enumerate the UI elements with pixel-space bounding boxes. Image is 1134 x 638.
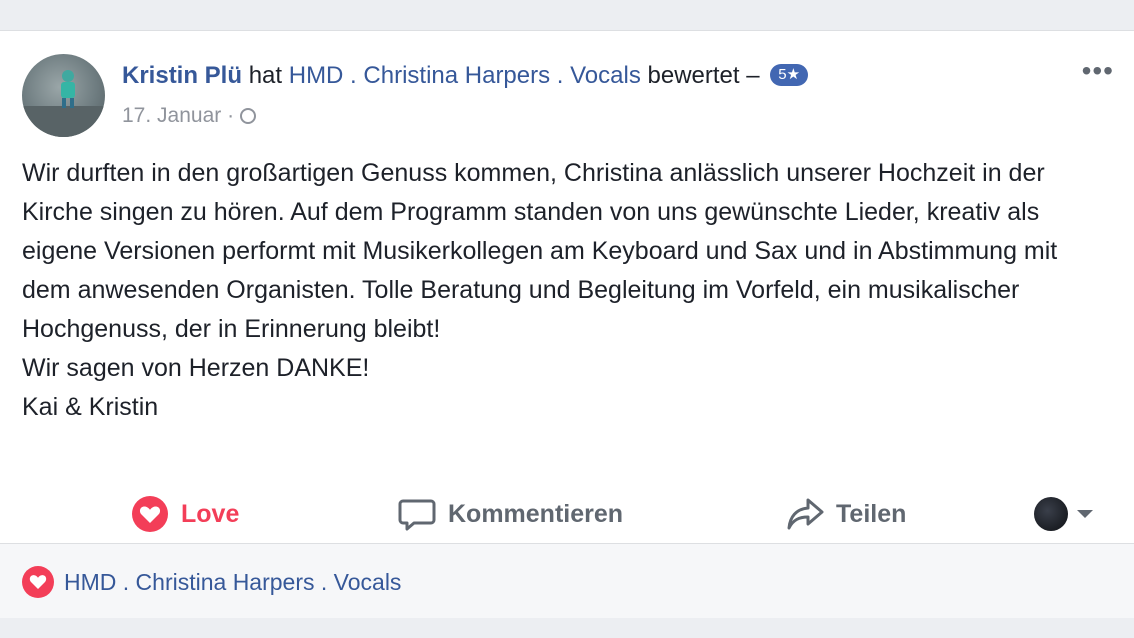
love-label: Love: [181, 499, 240, 528]
rating-badge: 5★: [770, 64, 809, 86]
reactor-name[interactable]: HMD . Christina Harpers . Vocals: [64, 569, 401, 596]
comment-button[interactable]: Kommentieren: [398, 494, 623, 534]
heart-reaction-icon: [22, 566, 54, 598]
post-paragraph: Kai & Kristin: [22, 393, 159, 421]
post-date-link[interactable]: 17. Januar: [122, 104, 221, 127]
love-button[interactable]: Love: [131, 494, 239, 534]
post-body-text: Wir durften in den großartigen Genuss ko…: [22, 154, 1112, 427]
review-post-card: Kristin Plü hat HMD . Christina Harpers …: [0, 30, 1134, 543]
post-paragraph: Wir durften in den großartigen Genuss ko…: [22, 159, 1058, 343]
reactions-summary[interactable]: HMD . Christina Harpers . Vocals: [22, 566, 401, 598]
reaction-identity-selector[interactable]: [1034, 497, 1093, 531]
comment-bubble-icon: [398, 499, 436, 531]
share-label: Teilen: [836, 499, 907, 528]
share-button[interactable]: Teilen: [786, 494, 906, 534]
meta-separator: ·: [227, 104, 235, 127]
globe-icon[interactable]: [239, 108, 256, 124]
caret-down-icon: [1077, 510, 1093, 518]
author-avatar[interactable]: [22, 54, 105, 137]
author-name-link[interactable]: Kristin Plü: [122, 62, 242, 89]
avatar-photo-icon: [22, 70, 105, 137]
page-name-link[interactable]: HMD . Christina Harpers . Vocals: [289, 62, 641, 89]
post-header: Kristin Plü hat HMD . Christina Harpers …: [122, 61, 809, 91]
post-paragraph: Wir sagen von Herzen DANKE!: [22, 354, 370, 382]
reactions-footer: HMD . Christina Harpers . Vocals: [0, 543, 1134, 618]
post-meta: 17. Januar ·: [122, 102, 256, 130]
heart-icon: [132, 496, 168, 532]
verb-rated: bewertet –: [647, 62, 760, 89]
share-arrow-icon: [787, 498, 824, 530]
more-options-button[interactable]: •••: [1082, 57, 1114, 85]
post-actions-bar: Love Kommentieren Teilen: [0, 489, 1134, 539]
comment-label: Kommentieren: [448, 499, 624, 528]
verb-has: hat: [248, 62, 283, 89]
page-avatar: [1034, 497, 1068, 531]
